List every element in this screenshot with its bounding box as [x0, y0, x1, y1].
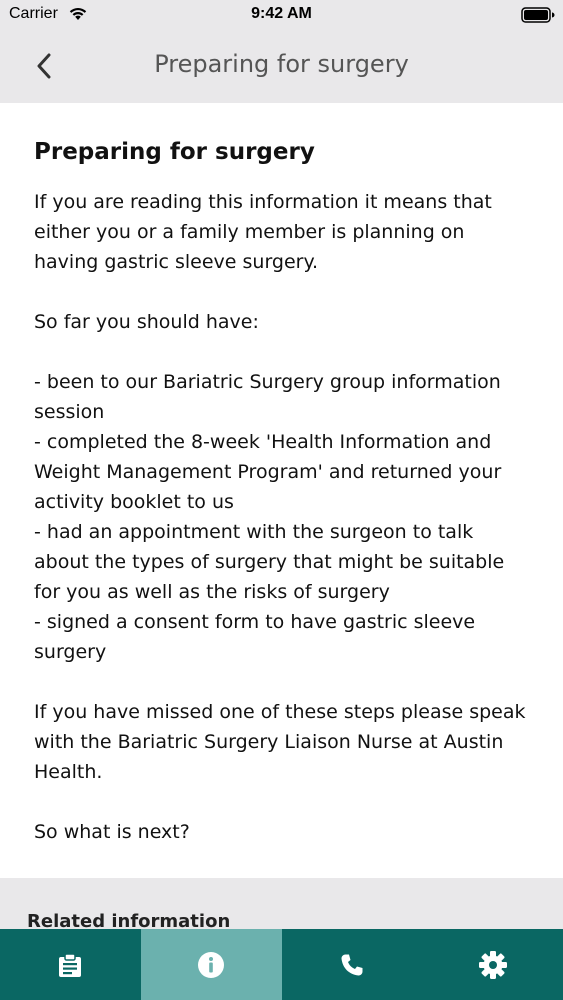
tab-phone[interactable]	[282, 929, 423, 1000]
navigation-bar: Preparing for surgery	[0, 30, 563, 103]
phone-icon	[341, 954, 363, 975]
list-item-consent: - signed a consent form to have gastric …	[34, 611, 476, 663]
tab-bar	[0, 929, 563, 1000]
tab-clipboard[interactable]	[0, 929, 141, 1000]
list-item-appointment: - had an appointment with the surgeon to…	[34, 521, 505, 603]
article-content: Preparing for surgery If you are reading…	[0, 103, 563, 878]
paragraph-missed-steps: If you have missed one of these steps pl…	[34, 701, 526, 783]
paragraph-whats-next: So what is next?	[34, 821, 190, 843]
paragraph-intro: If you are reading this information it m…	[34, 191, 492, 273]
related-information-section: Related information	[0, 878, 563, 929]
related-information-heading: Related information	[27, 911, 231, 929]
status-bar: Carrier 9:42 AM	[0, 0, 563, 30]
info-icon	[198, 951, 225, 978]
nav-title: Preparing for surgery	[154, 50, 409, 78]
tab-info[interactable]	[140, 929, 282, 1000]
tab-settings[interactable]	[422, 929, 563, 1000]
paragraph-so-far: So far you should have:	[34, 311, 259, 333]
battery-icon	[521, 7, 555, 28]
list-item-program: - completed the 8-week 'Health Informati…	[34, 431, 502, 513]
article-title: Preparing for surgery	[34, 139, 315, 165]
list-item-info-session: - been to our Bariatric Surgery group in…	[34, 371, 501, 423]
clipboard-icon	[59, 952, 82, 977]
gear-icon	[478, 950, 507, 979]
status-time: 9:42 AM	[251, 5, 312, 22]
